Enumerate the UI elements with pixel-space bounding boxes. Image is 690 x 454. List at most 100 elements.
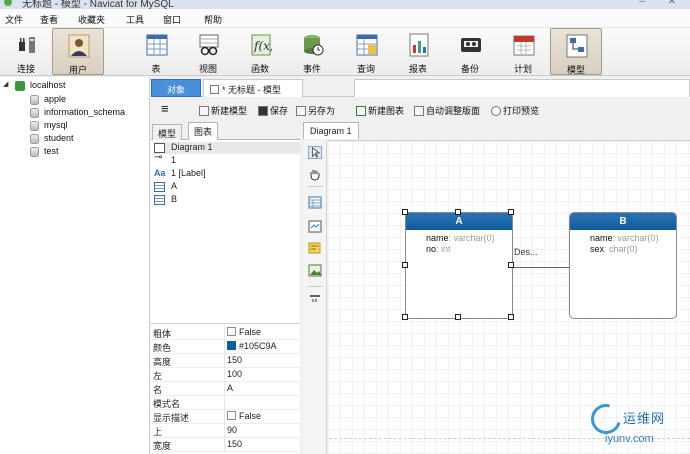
print-preview-icon bbox=[491, 106, 501, 116]
resize-handle[interactable] bbox=[402, 314, 408, 320]
query-button[interactable]: 查询 bbox=[342, 28, 390, 75]
model-button[interactable]: 模型 bbox=[550, 28, 602, 75]
menu-favorites[interactable]: 收藏夹 bbox=[78, 13, 105, 26]
resize-handle[interactable] bbox=[508, 209, 514, 215]
event-button[interactable]: 事件 bbox=[288, 28, 336, 75]
tab-diagram-outline[interactable]: 图表 bbox=[188, 122, 219, 140]
watermark-logo: 运维网 iyunv.com bbox=[585, 398, 690, 454]
hand-icon[interactable] bbox=[308, 168, 322, 181]
prop-value[interactable]: 100 bbox=[227, 369, 242, 379]
svg-text:f(x): f(x) bbox=[253, 39, 272, 53]
prop-top[interactable]: 上 90 bbox=[151, 424, 300, 438]
hamburger-menu-icon[interactable]: ≡ bbox=[161, 101, 169, 116]
tab-model[interactable]: * 无标题 - 模型 bbox=[203, 79, 303, 97]
connect-button[interactable]: 连接 bbox=[2, 28, 50, 75]
view-button[interactable]: 视图 bbox=[184, 28, 232, 75]
menu-help[interactable]: 帮助 bbox=[204, 13, 222, 26]
tab-objects[interactable]: 对象 bbox=[151, 79, 201, 97]
view-tool-icon[interactable] bbox=[308, 220, 322, 233]
query-icon bbox=[356, 34, 378, 56]
prop-value[interactable]: 150 bbox=[227, 355, 242, 365]
prop-key: 名 bbox=[153, 385, 163, 395]
prop-show-description[interactable]: 显示描述 False bbox=[151, 410, 300, 424]
tree-connection-label: localhost bbox=[30, 80, 66, 90]
label-icon: Aa bbox=[154, 168, 166, 178]
resize-handle[interactable] bbox=[455, 209, 461, 215]
bold-checkbox[interactable] bbox=[227, 327, 236, 336]
menu-view[interactable]: 查看 bbox=[40, 13, 58, 26]
report-label: 报表 bbox=[408, 64, 427, 74]
save-label: 保存 bbox=[270, 106, 289, 116]
auto-layout-button[interactable]: 自动调整版面 bbox=[414, 104, 480, 117]
entity-b[interactable]: B name: varchar(0) sex: char(0) bbox=[569, 212, 677, 319]
color-swatch[interactable] bbox=[227, 341, 236, 350]
schedule-button[interactable]: 计划 bbox=[499, 28, 547, 75]
outline-relation-label: 1 bbox=[171, 155, 177, 165]
event-icon bbox=[304, 35, 324, 56]
tree-db-label: mysql bbox=[44, 120, 68, 130]
prop-value[interactable]: 90 bbox=[227, 425, 237, 435]
pointer-icon[interactable] bbox=[308, 146, 322, 159]
note-tool-icon[interactable] bbox=[308, 242, 322, 255]
save-as-button[interactable]: 另存为 bbox=[296, 104, 335, 117]
table-button[interactable]: 表 bbox=[132, 28, 180, 75]
table-icon bbox=[154, 195, 165, 205]
query-label: 查询 bbox=[356, 64, 375, 74]
prop-height[interactable]: 高度 150 bbox=[151, 354, 300, 368]
prop-key: 左 bbox=[153, 371, 163, 381]
image-tool-icon[interactable] bbox=[308, 264, 322, 277]
save-button[interactable]: 保存 bbox=[258, 104, 288, 117]
inner-tabs: 模型 图表 bbox=[151, 122, 300, 140]
menu-file[interactable]: 文件 bbox=[5, 13, 23, 26]
new-diagram-button[interactable]: 新建图表 bbox=[356, 104, 404, 117]
prop-value[interactable]: A bbox=[227, 383, 233, 393]
prop-name[interactable]: 名A bbox=[151, 382, 300, 396]
report-button[interactable]: 报表 bbox=[394, 28, 442, 75]
resize-handle[interactable] bbox=[402, 209, 408, 215]
show-description-checkbox[interactable] bbox=[227, 411, 236, 420]
print-preview-button[interactable]: 打印预览 bbox=[491, 104, 539, 117]
user-label: 用户 bbox=[68, 65, 87, 75]
resize-handle[interactable] bbox=[402, 262, 408, 268]
calendar-icon bbox=[513, 35, 535, 56]
prop-value: False bbox=[239, 327, 262, 337]
menu-window[interactable]: 窗口 bbox=[163, 13, 181, 26]
user-button[interactable]: 用户 bbox=[52, 28, 104, 75]
prop-width[interactable]: 宽度 150 bbox=[151, 438, 300, 452]
function-icon: f(x) bbox=[251, 34, 272, 56]
backup-button[interactable]: 备份 bbox=[446, 28, 494, 75]
relation-line[interactable] bbox=[512, 267, 570, 268]
entity-a[interactable]: A name: varchar(0) no: int bbox=[405, 212, 513, 319]
entity-b-header: B bbox=[570, 213, 676, 230]
function-button[interactable]: f(x) 函数 bbox=[236, 28, 284, 75]
new-model-button[interactable]: 新建模型 bbox=[199, 104, 247, 117]
resize-handle[interactable] bbox=[455, 314, 461, 320]
tab-diagram-1[interactable]: Diagram 1 bbox=[303, 122, 359, 139]
watermark-text: 运维网 bbox=[623, 411, 666, 426]
prop-bold[interactable]: 粗体 False bbox=[151, 326, 300, 340]
menu-tools[interactable]: 工具 bbox=[126, 13, 144, 26]
app-icon bbox=[4, 0, 12, 6]
relation-label[interactable]: Des... bbox=[514, 247, 538, 257]
table-tool-icon[interactable] bbox=[308, 196, 322, 209]
line-tool-icon[interactable] bbox=[308, 292, 322, 305]
tree-db-label: information_schema bbox=[44, 107, 126, 117]
outline-diagram[interactable]: Diagram 1 bbox=[154, 142, 300, 154]
resize-handle[interactable] bbox=[508, 314, 514, 320]
server-icon bbox=[15, 81, 25, 91]
prop-value[interactable]: 150 bbox=[227, 439, 242, 449]
prop-key: 粗体 bbox=[153, 329, 172, 339]
window-controls[interactable]: – ✕ bbox=[639, 0, 686, 7]
prop-color[interactable]: 颜色 #105C9A bbox=[151, 340, 300, 354]
resize-handle[interactable] bbox=[508, 262, 514, 268]
prop-left[interactable]: 左 100 bbox=[151, 368, 300, 382]
collapse-arrow-icon[interactable]: ◢ bbox=[3, 80, 8, 88]
tab-model-outline[interactable]: 模型 bbox=[152, 124, 183, 140]
properties-panel: 粗体 False 颜色 #105C9A 高度 150 左 100 名A 模式名 显示描述… bbox=[151, 323, 300, 454]
event-label: 事件 bbox=[302, 64, 321, 74]
prop-schema-name[interactable]: 模式名 bbox=[151, 396, 300, 410]
tree-db-label: test bbox=[44, 146, 59, 156]
palette-divider bbox=[307, 186, 323, 187]
glasses-icon bbox=[199, 34, 219, 56]
new-model-icon bbox=[199, 106, 209, 116]
